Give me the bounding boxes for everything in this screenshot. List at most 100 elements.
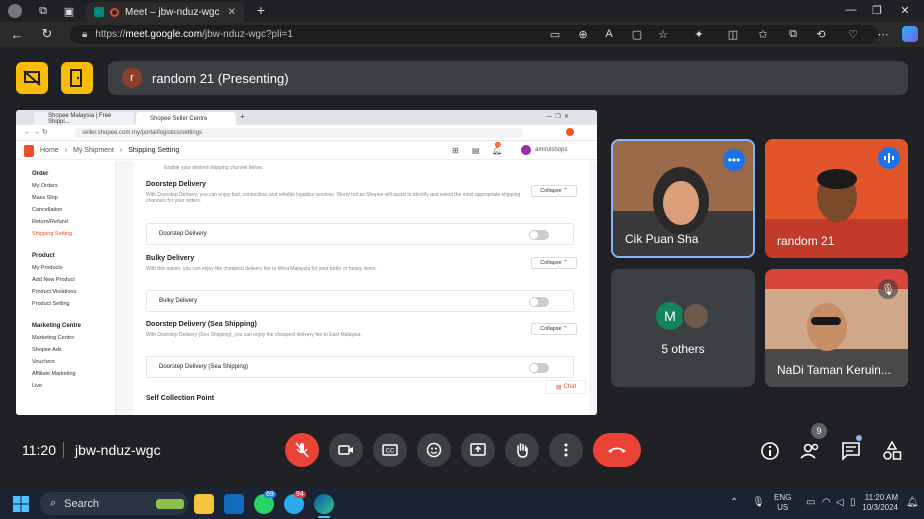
people-button[interactable]: [800, 441, 822, 461]
bell-icon[interactable]: 🔔︎: [492, 146, 502, 155]
windows-start-icon[interactable]: [13, 496, 29, 512]
section-desc-doorstep: With Doorstep Delivery, you can enjoy fa…: [146, 192, 521, 204]
participant-tile-cik-puan-sha[interactable]: ••• Cik Puan Sha: [611, 139, 755, 258]
outlook-icon[interactable]: [224, 494, 244, 514]
read-aloud-icon[interactable]: A: [602, 27, 616, 41]
split-screen-icon[interactable]: ◫: [726, 27, 740, 41]
collapse-button-doorstep[interactable]: Collapse ⌃: [531, 185, 577, 197]
chat-button[interactable]: [841, 441, 861, 461]
minimize-icon[interactable]: —: [844, 3, 858, 17]
volume-icon[interactable]: ◁: [836, 497, 844, 508]
battery-icon[interactable]: ▯: [850, 497, 856, 508]
hd-icon[interactable]: ▢: [630, 27, 644, 41]
inner-profile-icon[interactable]: [566, 128, 574, 136]
refresh-icon[interactable]: ↻: [40, 26, 54, 41]
activities-button[interactable]: [882, 440, 902, 461]
present-button[interactable]: [461, 433, 495, 467]
extensions-icon[interactable]: ✦: [692, 27, 706, 41]
new-tab-icon[interactable]: +: [254, 2, 268, 18]
sidebar-item-affiliate[interactable]: Affiliate Marketing: [32, 371, 76, 377]
camera-button[interactable]: [329, 433, 363, 467]
favorite-icon[interactable]: ☆: [656, 27, 670, 41]
sidebar-item-violations[interactable]: Product Violations: [32, 289, 76, 295]
edge-icon[interactable]: [314, 494, 334, 514]
zoom-icon[interactable]: ⊕: [576, 27, 590, 41]
whatsapp-badge: 69: [264, 491, 276, 498]
sidebar-item-marketing-centre[interactable]: Marketing Centre: [32, 335, 74, 341]
mic-tray-icon[interactable]: 🎙︎: [752, 497, 765, 508]
breadcrumb-shipment[interactable]: My Shipment: [73, 147, 114, 154]
captions-button[interactable]: CC: [373, 433, 407, 467]
camera-permission-icon[interactable]: ▭: [548, 27, 562, 41]
breadcrumb-home[interactable]: Home: [40, 147, 59, 154]
mic-button[interactable]: [285, 433, 319, 467]
leave-call-button[interactable]: [593, 433, 641, 467]
history-icon[interactable]: ⟲: [814, 27, 828, 41]
inner-tab-2[interactable]: Shopee Seller Centre: [136, 112, 236, 125]
workspaces-icon[interactable]: ⧉: [36, 4, 50, 18]
participant-tile-random-21[interactable]: random 21: [765, 139, 908, 258]
sidebar-item-add-product[interactable]: Add New Product: [32, 277, 75, 283]
more-options-button[interactable]: [549, 433, 583, 467]
collapse-button-sea[interactable]: Collapse ⌃: [531, 323, 577, 335]
toggle-doorstep[interactable]: [529, 230, 549, 240]
reactions-button[interactable]: [417, 433, 451, 467]
sidebar-item-my-orders[interactable]: My Orders: [32, 183, 58, 189]
account-name[interactable]: amirulshops: [535, 147, 567, 153]
sidebar-item-my-products[interactable]: My Products: [32, 265, 63, 271]
profile-icon[interactable]: [8, 4, 22, 18]
tab-meet[interactable]: Meet – jbw-nduz-wgc ✕: [86, 2, 244, 22]
notifications-icon[interactable]: 🔔︎: [906, 497, 919, 508]
inner-nav-icon[interactable]: ← → ↻: [24, 128, 48, 136]
more-icon[interactable]: ⋯: [876, 27, 890, 41]
sidebar-item-return[interactable]: Return/Refund: [32, 219, 68, 225]
sidebar-item-product-setting[interactable]: Product Setting: [32, 301, 70, 307]
inner-url-field[interactable]: seller.shopee.com.my/portal/logistics/se…: [74, 128, 524, 138]
sidebar-item-mass-ship[interactable]: Mass Ship: [32, 195, 58, 201]
restore-icon[interactable]: ❐: [870, 3, 884, 17]
sidebar-item-live[interactable]: Live: [32, 383, 42, 389]
toggle-sea[interactable]: [529, 363, 549, 373]
layout-button[interactable]: [61, 62, 93, 94]
clock[interactable]: 11:20 AM 10/3/2024: [860, 493, 898, 513]
close-icon[interactable]: ✕: [228, 7, 236, 18]
language-indicator[interactable]: ENG US: [774, 493, 791, 513]
meeting-details-button[interactable]: [760, 441, 780, 461]
favorites-icon[interactable]: ✩: [756, 27, 770, 41]
chat-button[interactable]: ▤ Chat: [546, 380, 586, 394]
collapse-button-bulky[interactable]: Collapse ⌃: [531, 257, 577, 269]
sidebar-item-vouchers[interactable]: Vouchers: [32, 359, 55, 365]
sidebar-item-shopee-ads[interactable]: Shopee Ads: [32, 347, 62, 353]
tab-actions-icon[interactable]: ▣: [62, 4, 76, 18]
participant-tile-others[interactable]: M 5 others: [611, 269, 755, 387]
file-explorer-icon[interactable]: [194, 494, 214, 514]
hide-presentation-button[interactable]: [16, 62, 48, 94]
copilot-icon[interactable]: [902, 26, 918, 42]
inner-tab-1[interactable]: Shopee Malaysia | Free Shippi...: [34, 112, 134, 125]
browser-essentials-icon[interactable]: ♡: [846, 27, 860, 41]
display-icon[interactable]: ▭: [806, 497, 815, 508]
presenter-avatar: r: [122, 68, 142, 88]
sidebar-item-cancellation[interactable]: Cancellation: [32, 207, 62, 213]
taskbar-search[interactable]: ⌕ Search: [40, 492, 188, 515]
raise-hand-button[interactable]: [505, 433, 539, 467]
apps-icon[interactable]: ⊞: [452, 146, 459, 155]
shopee-logo-icon: [24, 145, 34, 157]
inner-window-controls-icon[interactable]: — ❐ ✕: [546, 113, 569, 120]
collections-icon[interactable]: ⧉: [786, 27, 800, 41]
sidebar-section-marketing[interactable]: Marketing Centre: [32, 323, 81, 329]
sidebar-item-shipping-setting[interactable]: Shipping Setting: [32, 231, 72, 237]
wifi-icon[interactable]: ◠: [822, 497, 831, 508]
participant-tile-nadi[interactable]: 🎙︎ NaDi Taman Keruin...: [765, 269, 908, 387]
toggle-bulky[interactable]: [529, 297, 549, 307]
account-avatar[interactable]: [521, 145, 531, 155]
sidebar-section-order[interactable]: Order: [32, 171, 48, 177]
book-icon[interactable]: ▤: [472, 146, 480, 155]
more-options-icon[interactable]: •••: [723, 149, 745, 171]
tray-overflow-icon[interactable]: ⌃: [730, 497, 738, 508]
close-window-icon[interactable]: ✕: [898, 3, 912, 17]
sidebar-section-product[interactable]: Product: [32, 253, 55, 259]
tab-title: Meet – jbw-nduz-wgc: [125, 6, 220, 18]
back-icon[interactable]: ←: [10, 27, 24, 42]
inner-new-tab-icon[interactable]: +: [240, 112, 245, 121]
